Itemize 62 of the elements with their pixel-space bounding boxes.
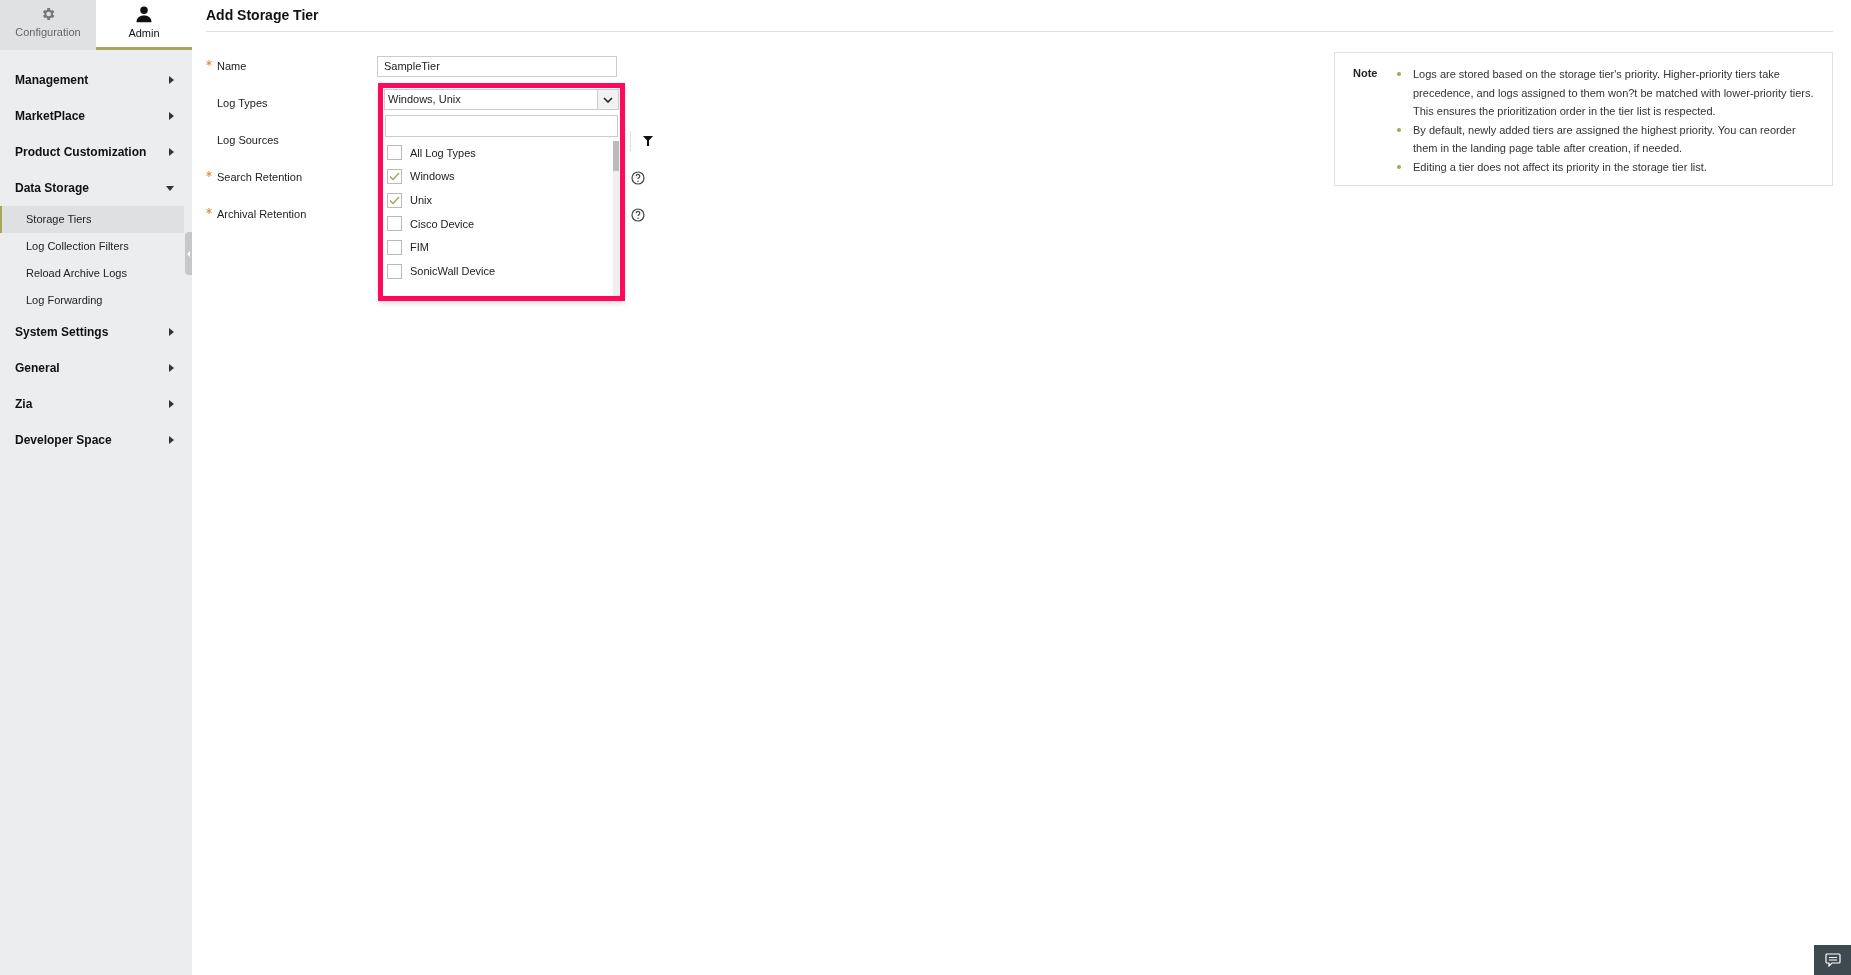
search-field[interactable]: [385, 115, 618, 137]
field-label: Search Retention: [217, 170, 303, 186]
filter-icon[interactable]: [643, 135, 653, 146]
note-text: By default, newly added tiers are assigned the highest priority. You can reorder them in the landing page table after creation, if needed.: [1413, 122, 1797, 156]
checkbox[interactable]: [387, 192, 402, 208]
help-icon[interactable]: [631, 170, 645, 185]
option-label[interactable]: Unix: [410, 191, 432, 209]
check-icon: [389, 195, 400, 205]
option-label[interactable]: FIM: [410, 239, 429, 256]
field-label: Archival Retention: [217, 207, 308, 223]
option-label[interactable]: Windows: [410, 168, 455, 185]
chat-button[interactable]: [1814, 945, 1851, 975]
sidebar-section[interactable]: Zia: [0, 386, 192, 422]
option-label[interactable]: Cisco Device: [410, 215, 475, 233]
field-label: Log Types: [217, 96, 269, 112]
bullet-icon: [1397, 127, 1401, 132]
sidebar-section[interactable]: Developer Space: [0, 422, 192, 458]
nav-tab[interactable]: Configuration: [0, 0, 96, 50]
caret-down-icon: [166, 185, 174, 191]
caret-right-icon: [169, 328, 174, 336]
sidebar-section[interactable]: MarketPlace: [0, 98, 192, 134]
chevron-down-icon: [603, 96, 613, 103]
note-title: Note: [1353, 66, 1379, 81]
sidebar-item[interactable]: Log Collection Filters: [0, 233, 184, 260]
help-icon[interactable]: [631, 207, 645, 222]
caret-right-icon: [169, 76, 174, 84]
sidebar-section[interactable]: General: [0, 350, 192, 386]
collapse-handle[interactable]: [185, 232, 192, 275]
sidebar-item[interactable]: Storage Tiers: [0, 206, 184, 233]
sidebar-section[interactable]: System Settings: [0, 314, 192, 350]
option-label[interactable]: SonicWall Device: [410, 263, 496, 280]
checkbox[interactable]: [387, 169, 402, 185]
sidebar-item[interactable]: Reload Archive Logs: [0, 260, 184, 287]
field-label: Log Sources: [217, 133, 280, 149]
check-icon: [389, 172, 400, 182]
sidebar-section[interactable]: Product Customization: [0, 134, 192, 170]
page-title: Add Storage Tier: [206, 6, 319, 25]
checkbox[interactable]: [387, 240, 402, 256]
option-label[interactable]: All Log Types: [410, 144, 476, 162]
user-icon: [135, 5, 153, 24]
caret-right-icon: [169, 400, 174, 408]
caret-right-icon: [169, 148, 174, 156]
bullet-icon: [1397, 72, 1401, 76]
caret-right-icon: [169, 112, 174, 120]
note-text: Logs are stored based on the storage tier's priority. Higher-priority tiers take precedence, and logs assigned to them won?t be matched with lower-priority tiers. This ensures the prioritization order in the tier list is respected.: [1413, 67, 1815, 119]
checkbox[interactable]: [387, 263, 402, 279]
caret-right-icon: [169, 364, 174, 372]
gear-icon: [40, 6, 56, 23]
checkbox[interactable]: [387, 145, 402, 161]
sidebar-section[interactable]: Data Storage: [0, 170, 192, 206]
nav-tab[interactable]: Admin: [96, 0, 192, 50]
log-types-select[interactable]: Windows, Unix: [384, 89, 619, 110]
scrollbar[interactable]: [613, 141, 619, 296]
note-text: Editing a tier does not affect its priority in the storage tier list.: [1413, 159, 1707, 175]
chat-icon: [1824, 953, 1841, 967]
sidebar-item[interactable]: Log Forwarding: [0, 287, 184, 314]
bullet-icon: [1397, 164, 1401, 169]
field-label: Name: [217, 59, 248, 75]
checkbox[interactable]: [387, 216, 402, 232]
caret-right-icon: [169, 436, 174, 444]
name-field[interactable]: SampleTier: [377, 56, 617, 77]
sidebar-section[interactable]: Management: [0, 62, 192, 98]
